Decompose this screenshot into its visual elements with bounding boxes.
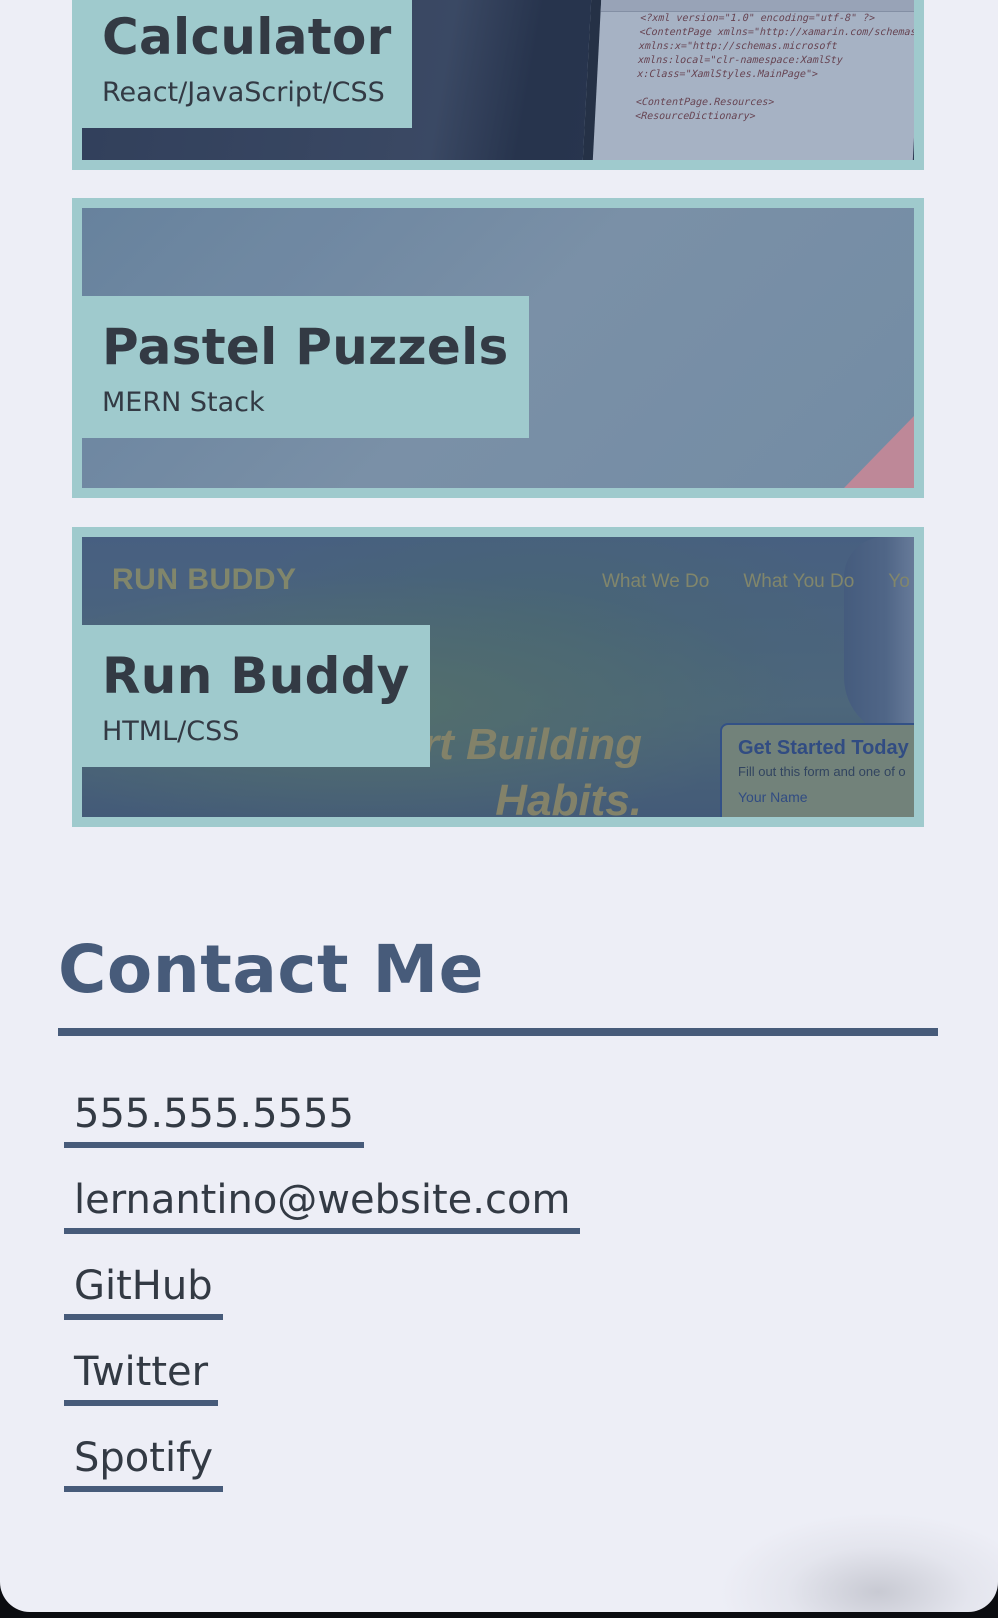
project-preview-image: <?xml version="1.0" encoding="utf-8" ?> … [82,0,914,160]
project-stack: React/JavaScript/CSS [102,77,385,108]
project-card-calculator[interactable]: <?xml version="1.0" encoding="utf-8" ?> … [72,0,924,170]
project-title: Run Buddy [102,647,410,705]
project-label: Pastel Puzzels MERN Stack [82,296,529,438]
project-title: Calculator [102,8,392,66]
contact-item: lernantino@website.com [64,1172,581,1236]
contact-heading: Contact Me [58,931,484,1008]
project-label: Calculator React/JavaScript/CSS [82,0,412,128]
section-divider [58,1028,938,1036]
contact-item: 555.555.5555 [64,1086,580,1150]
contact-list: 555.555.5555 lernantino@website.com GitH… [64,1086,581,1516]
project-card-pastel-puzzels[interactable]: Pastel Puzzels MERN Stack [72,198,924,498]
contact-item: Spotify [64,1430,580,1494]
project-card-run-buddy[interactable]: RUN BUDDY What We Do What You Do Yo art … [72,527,924,827]
contact-link-email[interactable]: lernantino@website.com [64,1172,581,1234]
contact-item: GitHub [64,1258,580,1322]
project-stack: HTML/CSS [102,716,240,747]
project-preview-image: Pastel Puzzels MERN Stack [82,208,914,488]
page: <?xml version="1.0" encoding="utf-8" ?> … [0,0,998,1612]
project-title: Pastel Puzzels [102,318,509,376]
project-label: Run Buddy HTML/CSS [82,625,430,767]
project-stack: MERN Stack [102,387,265,418]
contact-item: Twitter [64,1344,580,1408]
contact-link-spotify[interactable]: Spotify [64,1430,224,1492]
contact-link-github[interactable]: GitHub [64,1258,223,1320]
contact-link-twitter[interactable]: Twitter [64,1344,219,1406]
project-preview-image: RUN BUDDY What We Do What You Do Yo art … [82,537,914,817]
contact-link-phone[interactable]: 555.555.5555 [64,1086,364,1148]
